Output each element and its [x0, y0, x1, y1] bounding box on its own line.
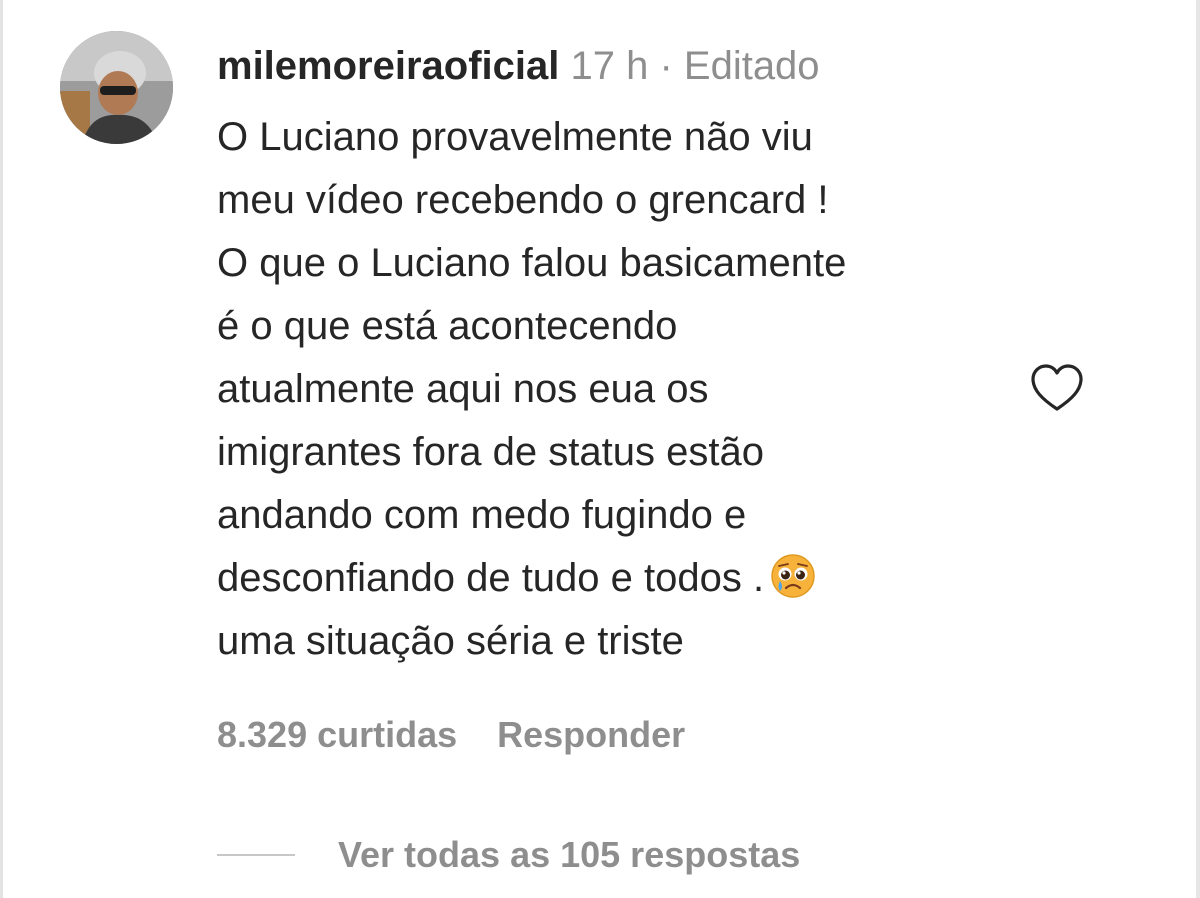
- comment-line: uma situação séria e triste: [217, 619, 684, 663]
- comment-line: O que o Luciano falou basicamente: [217, 241, 847, 285]
- comment-header: milemoreiraoficial 17 h · Editado: [217, 40, 820, 92]
- like-button[interactable]: [1030, 363, 1084, 413]
- heart-outline-icon: [1031, 364, 1083, 411]
- comment-line: meu vídeo recebendo o grencard !: [217, 178, 829, 222]
- comment-actions: 8.329 curtidas Responder: [217, 712, 685, 758]
- likes-count-link[interactable]: 8.329 curtidas: [217, 714, 457, 755]
- comment-line: é o que está acontecendo: [217, 304, 678, 348]
- comment-text: O Luciano provavelmente não viu meu víde…: [217, 106, 1017, 673]
- comment-line: atualmente aqui nos eua os: [217, 367, 709, 411]
- comment-line: imigrantes fora de status estão: [217, 430, 764, 474]
- avatar[interactable]: [60, 31, 173, 144]
- profile-photo: [60, 31, 173, 144]
- view-replies-button[interactable]: Ver todas as 105 respostas: [338, 832, 800, 878]
- frame-border-right: [1196, 0, 1200, 898]
- pleading-face-emoji-icon: [770, 553, 816, 599]
- comment-line: andando com medo fugindo e: [217, 493, 747, 537]
- replies-divider: [217, 854, 295, 856]
- comment-timestamp: 17 h · Editado: [559, 44, 820, 88]
- username-link[interactable]: milemoreiraoficial: [217, 44, 559, 88]
- comment-line: O Luciano provavelmente não viu: [217, 115, 813, 159]
- frame-border-left: [0, 0, 3, 898]
- reply-button[interactable]: Responder: [497, 714, 685, 755]
- comment-line-text: desconfiando de tudo e todos .: [217, 556, 765, 600]
- comment-line-with-emoji: desconfiando de tudo e todos .: [217, 547, 1017, 610]
